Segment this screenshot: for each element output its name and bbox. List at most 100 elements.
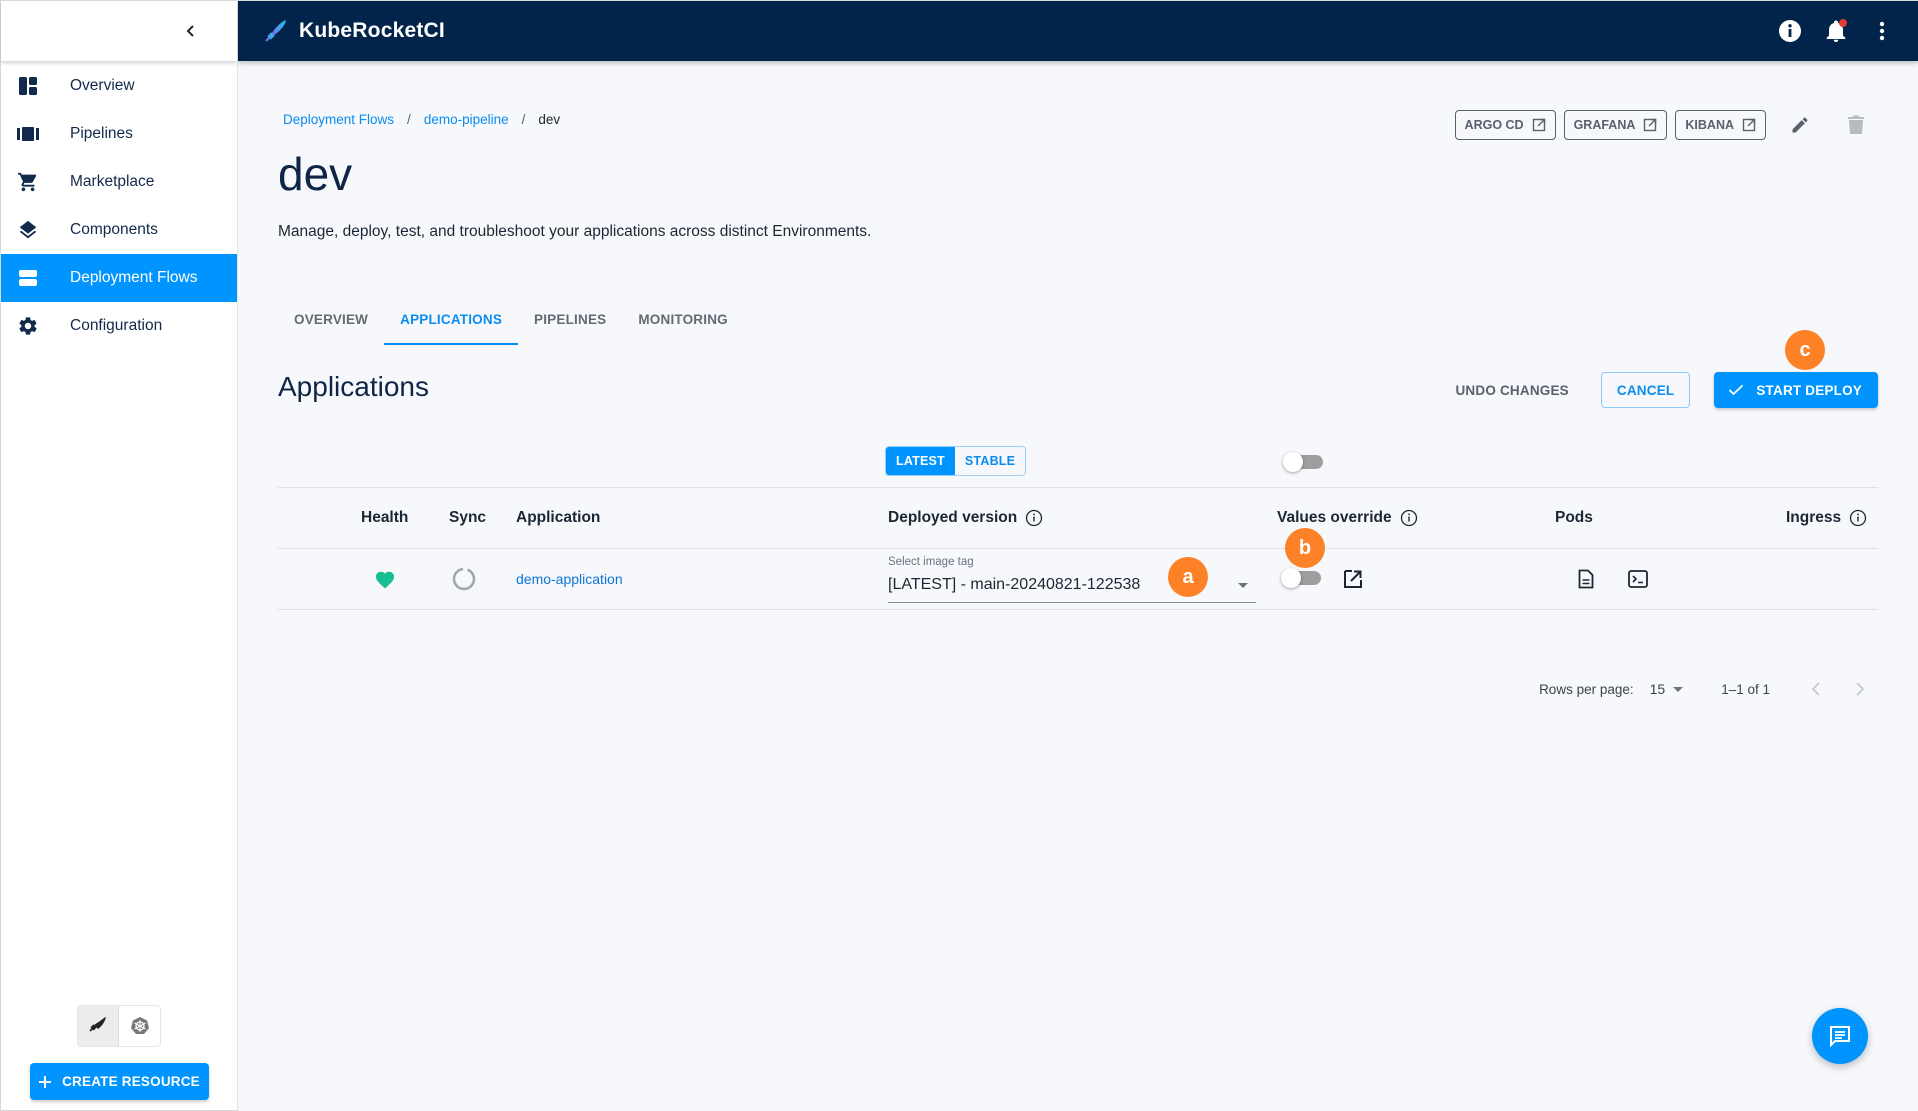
image-tag-label: Select image tag bbox=[888, 556, 974, 568]
applications-heading: Applications bbox=[278, 371, 429, 402]
breadcrumb-demo-pipeline[interactable]: demo-pipeline bbox=[424, 112, 509, 127]
chevron-down-icon bbox=[1673, 686, 1684, 692]
argocd-link-button[interactable]: ARGO CD bbox=[1454, 110, 1556, 140]
tab-overview[interactable]: OVERVIEW bbox=[278, 293, 384, 345]
previous-page-button[interactable] bbox=[1798, 671, 1834, 707]
values-override-all-switch[interactable] bbox=[1283, 452, 1323, 472]
chevron-left-icon bbox=[186, 25, 194, 37]
sidebar-header bbox=[1, 0, 237, 61]
table-divider bbox=[278, 609, 1878, 610]
heart-icon bbox=[375, 571, 395, 588]
pagination-range: 1–1 of 1 bbox=[1721, 681, 1770, 697]
info-button[interactable] bbox=[1778, 19, 1802, 43]
info-icon[interactable] bbox=[1400, 509, 1418, 527]
notifications-button[interactable] bbox=[1824, 19, 1848, 43]
chevron-left-icon bbox=[1811, 682, 1820, 696]
sidebar-item-label: Overview bbox=[70, 77, 135, 94]
application-cell: demo-application bbox=[516, 549, 623, 608]
chat-icon bbox=[1830, 1026, 1850, 1047]
undo-changes-button[interactable]: UNDO CHANGES bbox=[1443, 372, 1580, 408]
image-tag-value: [LATEST] - main-20240821-122538 bbox=[888, 576, 1141, 593]
sidebar-item-label: Pipelines bbox=[70, 125, 133, 142]
info-icon bbox=[1779, 20, 1801, 42]
edit-button[interactable] bbox=[1782, 107, 1818, 143]
breadcrumb-deployment-flows[interactable]: Deployment Flows bbox=[283, 112, 394, 127]
argocd-label: ARGO CD bbox=[1464, 118, 1524, 132]
sidebar-item-pipelines[interactable]: Pipelines bbox=[1, 110, 237, 158]
values-override-switch[interactable] bbox=[1281, 568, 1321, 588]
stable-toggle[interactable]: STABLE bbox=[955, 447, 1025, 475]
rows-per-page-label: Rows per page: bbox=[1539, 681, 1634, 697]
pipelines-icon bbox=[16, 122, 40, 146]
main-content: Deployment Flows / demo-pipeline / dev A… bbox=[238, 61, 1918, 1111]
start-deploy-label: START DEPLOY bbox=[1756, 382, 1862, 398]
info-icon[interactable] bbox=[1849, 509, 1867, 527]
kubernetes-mode-button[interactable] bbox=[119, 1006, 160, 1046]
breadcrumb-current: dev bbox=[538, 112, 561, 127]
breadcrumb-separator: / bbox=[407, 112, 411, 127]
rows-per-page-value: 15 bbox=[1649, 681, 1666, 697]
sidebar-footer: CREATE RESOURCE bbox=[1, 1005, 237, 1100]
page-title: dev bbox=[278, 148, 353, 200]
tab-applications[interactable]: APPLICATIONS bbox=[384, 293, 518, 345]
cancel-button[interactable]: CANCEL bbox=[1600, 372, 1691, 408]
create-resource-label: CREATE RESOURCE bbox=[62, 1074, 200, 1089]
terminal-icon[interactable] bbox=[1628, 569, 1648, 588]
pencil-icon bbox=[1792, 117, 1808, 133]
pod-logs-cell bbox=[1578, 549, 1594, 608]
sidebar-item-configuration[interactable]: Configuration bbox=[1, 302, 237, 350]
logs-icon[interactable] bbox=[1578, 569, 1594, 589]
sync-status-icon bbox=[452, 567, 476, 590]
sidebar-item-deployment-flows[interactable]: Deployment Flows bbox=[1, 254, 237, 302]
chat-assistant-button[interactable] bbox=[1812, 1008, 1868, 1064]
more-menu-button[interactable] bbox=[1870, 19, 1894, 43]
sync-cell bbox=[452, 549, 476, 608]
sidebar-item-overview[interactable]: Overview bbox=[1, 62, 237, 110]
tabs: OVERVIEW APPLICATIONS PIPELINES MONITORI… bbox=[278, 293, 744, 345]
column-label: Pods bbox=[1555, 509, 1593, 526]
top-app-bar: KubeRocketCI bbox=[238, 0, 1918, 61]
table-pagination: Rows per page: 15 1–1 of 1 bbox=[1539, 671, 1878, 707]
info-icon[interactable] bbox=[1025, 509, 1043, 527]
column-sync: Sync bbox=[449, 488, 486, 548]
column-label: Sync bbox=[449, 509, 487, 526]
sidebar-item-marketplace[interactable]: Marketplace bbox=[1, 158, 237, 206]
kubernetes-icon bbox=[130, 1017, 149, 1034]
sidebar-item-label: Marketplace bbox=[70, 173, 155, 190]
applications-actions: UNDO CHANGES CANCEL START DEPLOY bbox=[1443, 372, 1878, 408]
next-page-button[interactable] bbox=[1842, 671, 1878, 707]
dashboard-icon bbox=[16, 74, 40, 98]
delete-button[interactable] bbox=[1838, 107, 1874, 143]
chevron-down-icon bbox=[1238, 583, 1248, 588]
deployment-flows-icon bbox=[16, 266, 40, 290]
table-row: demo-application Select image tag [LATES… bbox=[278, 549, 1878, 609]
switch-thumb bbox=[1283, 452, 1303, 472]
sidebar-item-label: Deployment Flows bbox=[70, 269, 198, 286]
breadcrumb-separator: / bbox=[521, 112, 526, 127]
column-health: Health bbox=[361, 488, 408, 548]
collapse-sidebar-button[interactable] bbox=[179, 19, 203, 43]
values-override-open-cell bbox=[1343, 549, 1363, 608]
switch-thumb bbox=[1281, 568, 1301, 588]
kibana-link-button[interactable]: KIBANA bbox=[1675, 110, 1766, 140]
top-actions bbox=[1778, 19, 1894, 43]
page-description: Manage, deploy, test, and troubleshoot y… bbox=[278, 223, 872, 240]
grafana-label: GRAFANA bbox=[1573, 118, 1636, 132]
application-link[interactable]: demo-application bbox=[516, 571, 623, 587]
brand-logo[interactable]: KubeRocketCI bbox=[261, 17, 445, 45]
cart-icon bbox=[16, 170, 40, 194]
notification-dot bbox=[1839, 19, 1847, 27]
mode-switch bbox=[77, 1005, 161, 1047]
create-resource-button[interactable]: CREATE RESOURCE bbox=[29, 1063, 209, 1100]
tab-monitoring[interactable]: MONITORING bbox=[622, 293, 744, 345]
latest-toggle[interactable]: LATEST bbox=[886, 447, 955, 475]
rocket-icon bbox=[89, 1017, 106, 1032]
krci-mode-button[interactable] bbox=[78, 1006, 119, 1046]
grafana-link-button[interactable]: GRAFANA bbox=[1563, 110, 1668, 140]
start-deploy-button[interactable]: START DEPLOY bbox=[1714, 372, 1878, 408]
rows-per-page-select[interactable]: 15 bbox=[1650, 681, 1684, 697]
tab-pipelines[interactable]: PIPELINES bbox=[518, 293, 622, 345]
open-in-new-icon bbox=[1532, 118, 1545, 132]
open-in-new-icon[interactable] bbox=[1343, 569, 1363, 589]
sidebar-item-components[interactable]: Components bbox=[1, 206, 237, 254]
